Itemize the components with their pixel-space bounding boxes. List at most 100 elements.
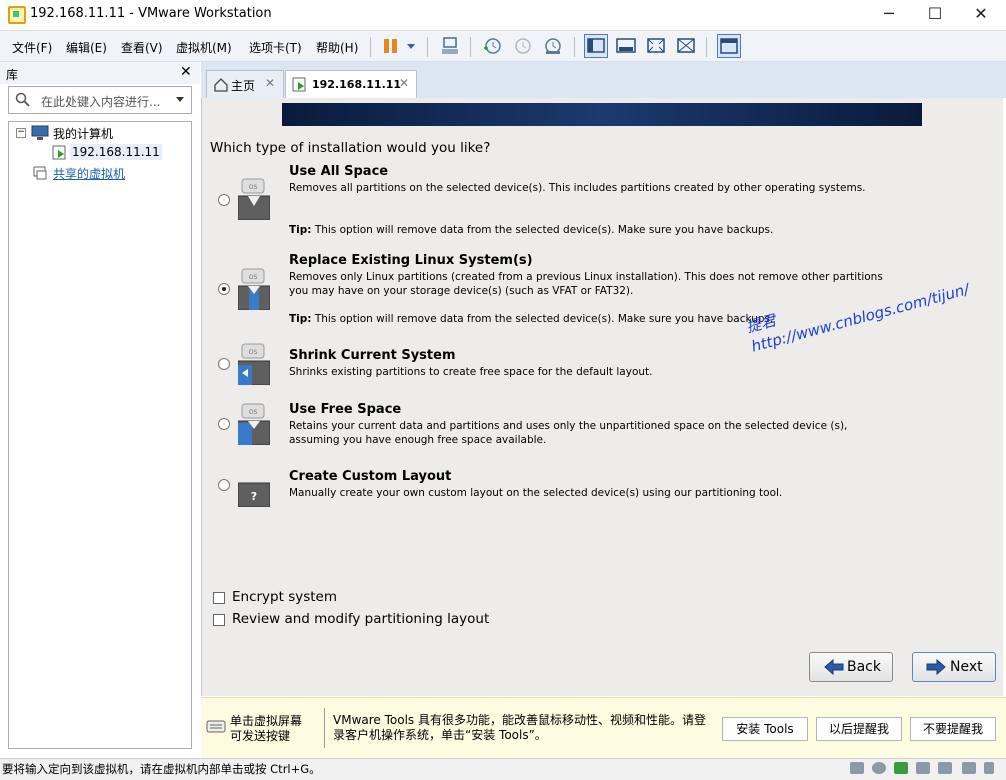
quick-switch-icon[interactable]: [615, 36, 637, 56]
option-desc-custom-layout: Manually create your own custom layout o…: [289, 487, 783, 499]
printer-icon[interactable]: [916, 762, 930, 774]
menu-edit[interactable]: 编辑(E): [66, 39, 107, 56]
disk-all-space-icon: OS: [238, 178, 270, 220]
toolbar-separator: [574, 37, 575, 57]
radio-custom-layout[interactable]: [218, 479, 230, 491]
tab-vm-close-icon[interactable]: ✕: [399, 76, 409, 90]
radio-shrink-system[interactable]: [218, 358, 230, 370]
send-ctrl-alt-del-icon[interactable]: [440, 36, 460, 56]
encrypt-label[interactable]: Encrypt system: [232, 589, 337, 605]
custom-question-glyph: ?: [251, 490, 257, 503]
tab-home-close-icon[interactable]: ✕: [265, 76, 275, 90]
radio-use-all-space[interactable]: [218, 194, 230, 206]
hard-disk-icon[interactable]: [850, 762, 864, 774]
option-title-shrink-system: Shrink Current System: [289, 348, 456, 363]
disk-os-label: OS: [249, 409, 258, 416]
library-header: [0, 62, 200, 84]
menu-help[interactable]: 帮助(H): [316, 39, 358, 56]
tip-label: Tip:: [289, 313, 312, 325]
toolbar-separator: [427, 37, 428, 57]
library-close-button[interactable]: ✕: [180, 64, 192, 80]
revert-snapshot-icon[interactable]: [512, 36, 532, 56]
cd-rom-icon[interactable]: [872, 762, 886, 774]
snapshot-manager-icon[interactable]: [542, 36, 562, 56]
close-button[interactable]: ✕: [958, 0, 1004, 30]
computer-icon: [31, 125, 49, 140]
disk-os-label: OS: [249, 184, 258, 191]
install-tools-button[interactable]: 安装 Tools: [722, 717, 808, 741]
tab-vm-label: 192.168.11.11: [312, 78, 402, 91]
tab-vm[interactable]: 192.168.11.11 ✕: [285, 70, 417, 100]
option-tip-use-all-space: Tip: This option will remove data from t…: [289, 223, 889, 237]
sound-icon[interactable]: [938, 762, 952, 774]
status-text: 要将输入定向到该虚拟机，请在虚拟机内部单击或按 Ctrl+G。: [2, 762, 321, 776]
menu-file[interactable]: 文件(F): [12, 39, 52, 56]
menu-tabs[interactable]: 选项卡(T): [249, 39, 302, 56]
tab-home-label: 主页: [231, 79, 256, 93]
full-screen-icon[interactable]: [645, 36, 667, 56]
tree-my-computer[interactable]: 我的计算机: [53, 125, 113, 142]
toolbar-separator: [370, 37, 371, 57]
tip-text: This option will remove data from the se…: [311, 313, 774, 325]
disk-shrink-icon: OS: [238, 343, 270, 385]
back-label: Back: [847, 659, 881, 675]
window-title: 192.168.11.11 - VMware Workstation: [30, 6, 272, 21]
library-search-input[interactable]: 在此处键入内容进行...: [8, 86, 192, 114]
option-title-custom-layout: Create Custom Layout: [289, 469, 452, 484]
pause-icon[interactable]: [382, 37, 418, 55]
minimize-button[interactable]: ─: [866, 0, 912, 30]
installer-banner: [282, 103, 922, 126]
option-title-replace-linux: Replace Existing Linux System(s): [289, 253, 533, 268]
back-arrow-icon: [824, 658, 844, 676]
option-desc-replace-linux: Removes only Linux partitions (created f…: [289, 271, 883, 297]
option-title-use-free-space: Use Free Space: [289, 402, 402, 417]
click-text-line2: 可发送按键: [230, 729, 291, 743]
search-placeholder: 在此处键入内容进行...: [41, 95, 161, 109]
disk-replace-linux-icon: OS: [238, 268, 270, 310]
review-checkbox[interactable]: [213, 614, 225, 626]
hint-divider: [324, 708, 325, 748]
maximize-button[interactable]: ☐: [912, 0, 958, 30]
radio-use-free-space[interactable]: [218, 418, 230, 430]
console-view-button[interactable]: [717, 34, 741, 58]
back-button[interactable]: Back: [809, 652, 893, 682]
tab-home[interactable]: 主页 ✕: [206, 70, 284, 99]
shared-vm-icon: [33, 166, 47, 180]
encrypt-checkbox[interactable]: [213, 592, 225, 604]
disk-os-label: OS: [249, 349, 258, 356]
home-icon: [214, 78, 228, 92]
tip-label: Tip:: [289, 224, 312, 236]
snapshot-icon[interactable]: [482, 36, 502, 56]
option-desc-shrink-system: Shrinks existing partitions to create fr…: [289, 366, 653, 378]
tree-vm-item[interactable]: 192.168.11.11: [70, 144, 162, 160]
option-desc-use-all-space: Removes all partitions on the selected d…: [289, 182, 866, 194]
tree-shared-vms[interactable]: 共享的虚拟机: [53, 165, 125, 182]
network-icon[interactable]: [894, 762, 908, 774]
next-label: Next: [950, 659, 983, 675]
display-icon[interactable]: [962, 762, 976, 774]
toolbar-separator: [706, 37, 707, 57]
dropdown-arrow-icon[interactable]: [175, 96, 185, 104]
message-log-icon[interactable]: [984, 762, 994, 774]
option-title-use-all-space: Use All Space: [289, 164, 389, 179]
disk-free-space-icon: OS: [238, 403, 270, 445]
disk-custom-icon: ?: [238, 482, 270, 507]
search-icon: [15, 92, 30, 107]
unity-icon[interactable]: [675, 36, 697, 56]
library-view-button[interactable]: [584, 34, 608, 58]
next-button[interactable]: Next: [912, 652, 996, 682]
review-label[interactable]: Review and modify partitioning layout: [232, 611, 489, 627]
library-title: 库: [6, 68, 19, 82]
tools-message: VMware Tools 具有很多功能，能改善鼠标移动性、视频和性能。请登录客户…: [333, 713, 706, 742]
menu-view[interactable]: 查看(V): [121, 39, 163, 56]
console-view-icon: [720, 38, 738, 54]
never-remind-button[interactable]: 不要提醒我: [910, 717, 996, 741]
vm-running-icon: [52, 145, 66, 160]
vmware-app-icon: [8, 6, 26, 24]
radio-replace-linux[interactable]: [218, 283, 230, 295]
click-text-line1: 单击虚拟屏幕: [230, 714, 303, 728]
remind-later-button[interactable]: 以后提醒我: [816, 717, 902, 741]
collapse-toggle-icon[interactable]: −: [16, 128, 26, 138]
menu-vm[interactable]: 虚拟机(M): [176, 39, 232, 56]
vm-running-icon: [292, 77, 306, 92]
